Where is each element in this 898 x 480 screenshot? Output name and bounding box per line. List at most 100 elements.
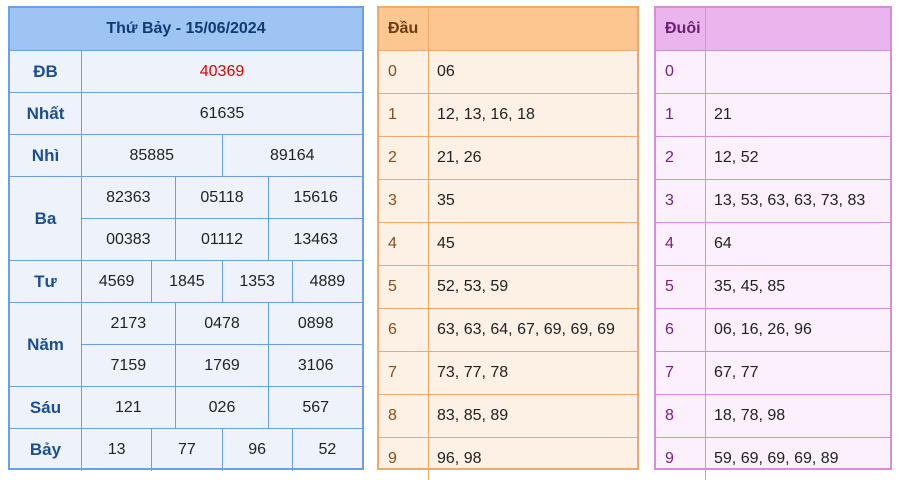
duoi-values: 35, 45, 85	[714, 278, 786, 295]
prize-number: 2173	[82, 303, 176, 344]
duoi-digit: 1	[656, 94, 706, 136]
duoi-header-row: Đuôi	[656, 8, 890, 50]
prize-numbers: 2173 0478 0898 7159 1769 3106	[82, 303, 362, 386]
dau-values: 45	[437, 235, 455, 252]
prize-line: 7159 1769 3106	[82, 345, 362, 386]
prize-line: 2173 0478 0898	[82, 303, 362, 345]
prize-label: Nhất	[10, 93, 82, 134]
prize-row: ĐB 40369	[10, 51, 362, 93]
dau-values: 96, 98	[437, 450, 482, 467]
duoi-digit: 5	[656, 266, 706, 308]
prize-number: 85885	[82, 135, 223, 176]
dau-table: Đầu 0 06 1 12, 13, 16, 18 2 21, 26 3 35 4 45 5 52, …	[377, 6, 639, 480]
dau-digit: 8	[379, 395, 429, 437]
prize-number: 1845	[152, 261, 223, 302]
duoi-digit: 9	[656, 438, 706, 480]
dau-row: 3 35	[379, 179, 637, 222]
prize-number: 4569	[82, 261, 153, 302]
duoi-digit: 6	[656, 309, 706, 351]
dau-digit: 7	[379, 352, 429, 394]
prize-number: 1353	[223, 261, 293, 302]
duoi-values: 67, 77	[714, 364, 759, 381]
prize-number: 3106	[297, 356, 334, 374]
dau-values: 63, 63, 64, 67, 69, 69, 69	[437, 321, 615, 338]
duoi-row: 5 35, 45, 85	[656, 265, 890, 308]
prize-line: 82363 05118 15616	[82, 177, 362, 219]
prize-number: 7159	[82, 345, 176, 386]
prize-row: Sáu 121 026 567	[10, 387, 362, 429]
prize-line: 61635	[82, 93, 362, 134]
duoi-row: 9 59, 69, 69, 69, 89	[656, 437, 890, 480]
prize-line: 13 77 96 52	[82, 429, 362, 471]
dau-body: 0 06 1 12, 13, 16, 18 2 21, 26 3 35 4 45 5 52, 53, …	[379, 50, 637, 480]
duoi-digit: 0	[656, 51, 706, 93]
prize-number: 0478	[176, 303, 270, 344]
prize-label: Tư	[10, 261, 82, 302]
dau-values: 06	[437, 63, 455, 80]
prize-numbers: 40369	[82, 51, 362, 92]
dau-row: 8 83, 85, 89	[379, 394, 637, 437]
prize-number: 4889	[309, 272, 346, 290]
duoi-row: 6 06, 16, 26, 96	[656, 308, 890, 351]
dau-values: 12, 13, 16, 18	[437, 106, 535, 123]
duoi-values: 13, 53, 63, 63, 73, 83	[714, 192, 866, 209]
dau-header-row: Đầu	[379, 8, 637, 50]
prize-label: Sáu	[10, 387, 82, 428]
prize-numbers: 13 77 96 52	[82, 429, 362, 471]
dau-digit: 1	[379, 94, 429, 136]
dau-row: 1 12, 13, 16, 18	[379, 93, 637, 136]
prize-label: Nhì	[10, 135, 82, 176]
dau-row: 4 45	[379, 222, 637, 265]
prize-row: Ba 82363 05118 15616 00383 01112 13463	[10, 177, 362, 261]
duoi-values: 21	[714, 106, 732, 123]
prize-number: 13	[82, 429, 153, 471]
duoi-digit: 8	[656, 395, 706, 437]
prize-number: 13463	[293, 230, 338, 248]
prize-number: 52	[318, 441, 337, 458]
results-body: ĐB 40369 Nhất 61635 Nhì 85885 89164 Ba 82363 0511…	[10, 51, 362, 471]
duoi-values: 59, 69, 69, 69, 89	[714, 450, 839, 467]
prize-number: 82363	[82, 177, 176, 218]
prize-number: 0898	[297, 314, 334, 332]
dau-digit: 6	[379, 309, 429, 351]
prize-number: 05118	[176, 177, 270, 218]
duoi-values: 06, 16, 26, 96	[714, 321, 812, 338]
duoi-digit: 4	[656, 223, 706, 265]
dau-row: 6 63, 63, 64, 67, 69, 69, 69	[379, 308, 637, 351]
duoi-row: 1 21	[656, 93, 890, 136]
dau-values: 21, 26	[437, 149, 482, 166]
duoi-row: 8 18, 78, 98	[656, 394, 890, 437]
duoi-table: Đuôi 0 1 21 2 12, 52 3 13, 53, 63, 63, 73, 83 4…	[654, 6, 892, 480]
duoi-digit: 3	[656, 180, 706, 222]
prize-number: 00383	[82, 219, 176, 260]
duoi-row: 3 13, 53, 63, 63, 73, 83	[656, 179, 890, 222]
duoi-values: 64	[714, 235, 732, 252]
prize-row: Tư 4569 1845 1353 4889	[10, 261, 362, 303]
prize-row: Nhì 85885 89164	[10, 135, 362, 177]
results-date-header: Thứ Bảy - 15/06/2024	[10, 8, 362, 51]
duoi-values: 12, 52	[714, 149, 759, 166]
prize-numbers: 85885 89164	[82, 135, 362, 176]
dau-values: 35	[437, 192, 455, 209]
prize-line: 85885 89164	[82, 135, 362, 176]
duoi-digit: 2	[656, 137, 706, 179]
duoi-digit: 7	[656, 352, 706, 394]
prize-number: 77	[152, 429, 223, 471]
dau-values: 52, 53, 59	[437, 278, 509, 295]
prize-label: Bảy	[10, 429, 82, 471]
duoi-body: 0 1 21 2 12, 52 3 13, 53, 63, 63, 73, 83 4 64 5 35…	[656, 50, 890, 480]
prize-number: 40369	[199, 62, 245, 80]
duoi-header-label: Đuôi	[656, 8, 706, 50]
dau-values: 73, 77, 78	[437, 364, 509, 381]
prize-label: Năm	[10, 303, 82, 386]
duoi-header-empty	[706, 8, 890, 50]
prize-numbers: 4569 1845 1353 4889	[82, 261, 362, 302]
prize-number: 61635	[199, 104, 245, 122]
dau-row: 5 52, 53, 59	[379, 265, 637, 308]
prize-number: 15616	[293, 188, 338, 206]
prize-line: 00383 01112 13463	[82, 219, 362, 260]
duoi-row: 0	[656, 50, 890, 93]
dau-row: 7 73, 77, 78	[379, 351, 637, 394]
duoi-row: 7 67, 77	[656, 351, 890, 394]
dau-digit: 0	[379, 51, 429, 93]
